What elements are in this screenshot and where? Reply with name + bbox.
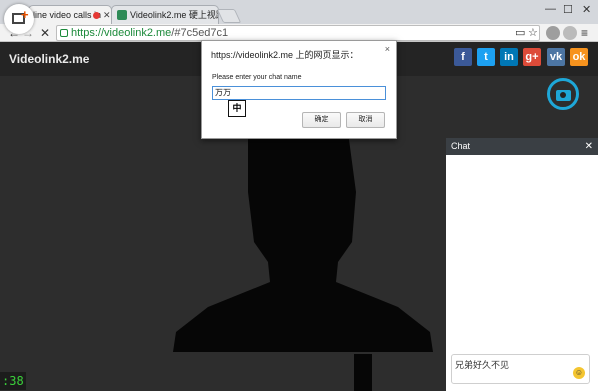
chat-message-input[interactable]: 兄弟好久不见 ☺ — [451, 354, 590, 384]
dialog-message: Please enter your chat name — [212, 74, 302, 81]
cancel-button[interactable]: 取消 — [346, 112, 385, 128]
minimize-icon[interactable]: — — [545, 3, 556, 15]
tab-close-icon[interactable]: ✕ — [103, 6, 111, 24]
chat-close-icon[interactable]: ✕ — [585, 138, 593, 155]
menu-icon[interactable]: ≡ — [581, 25, 588, 41]
recording-indicator-icon — [93, 12, 100, 19]
ime-indicator: 中 — [228, 100, 246, 117]
linkedin-icon[interactable]: in — [500, 48, 518, 66]
favicon-icon — [117, 10, 127, 20]
facebook-icon[interactable]: f — [454, 48, 472, 66]
browser-tabstrip: line video calls in ✕ Videolink2.me 硬上视距… — [0, 0, 598, 24]
adblock-icon[interactable] — [546, 26, 560, 40]
emoji-icon[interactable]: ☺ — [573, 367, 585, 379]
new-tab-button[interactable] — [216, 9, 242, 23]
ok-button[interactable]: 确定 — [302, 112, 341, 128]
person-silhouette — [173, 132, 433, 352]
chat-panel: Chat ✕ 兄弟好久不见 ☺ — [446, 138, 598, 391]
address-bar[interactable]: https://videolink2.me/#7c5ed7c1 — [56, 25, 540, 41]
cast-icon[interactable]: ▭ — [515, 25, 525, 41]
camera-icon — [556, 90, 571, 101]
twitter-icon[interactable]: t — [477, 48, 495, 66]
tab-videolink-call[interactable]: line video calls in ✕ — [28, 5, 112, 24]
vk-icon[interactable]: vk — [547, 48, 565, 66]
camera-button[interactable] — [547, 78, 579, 110]
bookmark-star-icon[interactable]: ☆ — [528, 25, 538, 41]
call-timer: :38 — [0, 372, 26, 390]
lock-icon — [60, 29, 68, 37]
extension-icon[interactable] — [563, 26, 577, 40]
url-path: /#7c5ed7c1 — [171, 27, 229, 39]
site-title[interactable]: Videolink2.me — [9, 52, 89, 66]
url-host: https://videolink2.me — [71, 27, 172, 39]
window-close-icon[interactable]: ✕ — [582, 3, 591, 16]
chat-header: Chat ✕ — [446, 138, 598, 155]
screenshot-tool-logo[interactable]: + — [4, 4, 34, 34]
silhouette-stand — [354, 354, 372, 391]
tab-label: line video calls in — [33, 10, 102, 20]
tab-videolink-site[interactable]: Videolink2.me 硬上视距 — [111, 5, 219, 24]
prompt-dialog: https://videolink2.me 上的网页显示： × Please e… — [201, 40, 397, 139]
dialog-close-icon[interactable]: × — [385, 44, 390, 54]
odnoklassniki-icon[interactable]: ok — [570, 48, 588, 66]
plus-icon: + — [21, 7, 29, 22]
chat-name-input[interactable]: 万万 — [212, 86, 386, 100]
dialog-title: https://videolink2.me 上的网页显示： — [211, 50, 359, 60]
chat-title: Chat — [451, 141, 471, 151]
tab-label: Videolink2.me 硬上视距 — [130, 10, 219, 20]
chat-input-text: 兄弟好久不见 — [455, 360, 510, 370]
remote-video-placeholder — [173, 132, 433, 391]
maximize-icon[interactable]: ☐ — [563, 3, 573, 16]
googleplus-icon[interactable]: g+ — [523, 48, 541, 66]
stop-icon[interactable]: ✕ — [40, 25, 50, 41]
